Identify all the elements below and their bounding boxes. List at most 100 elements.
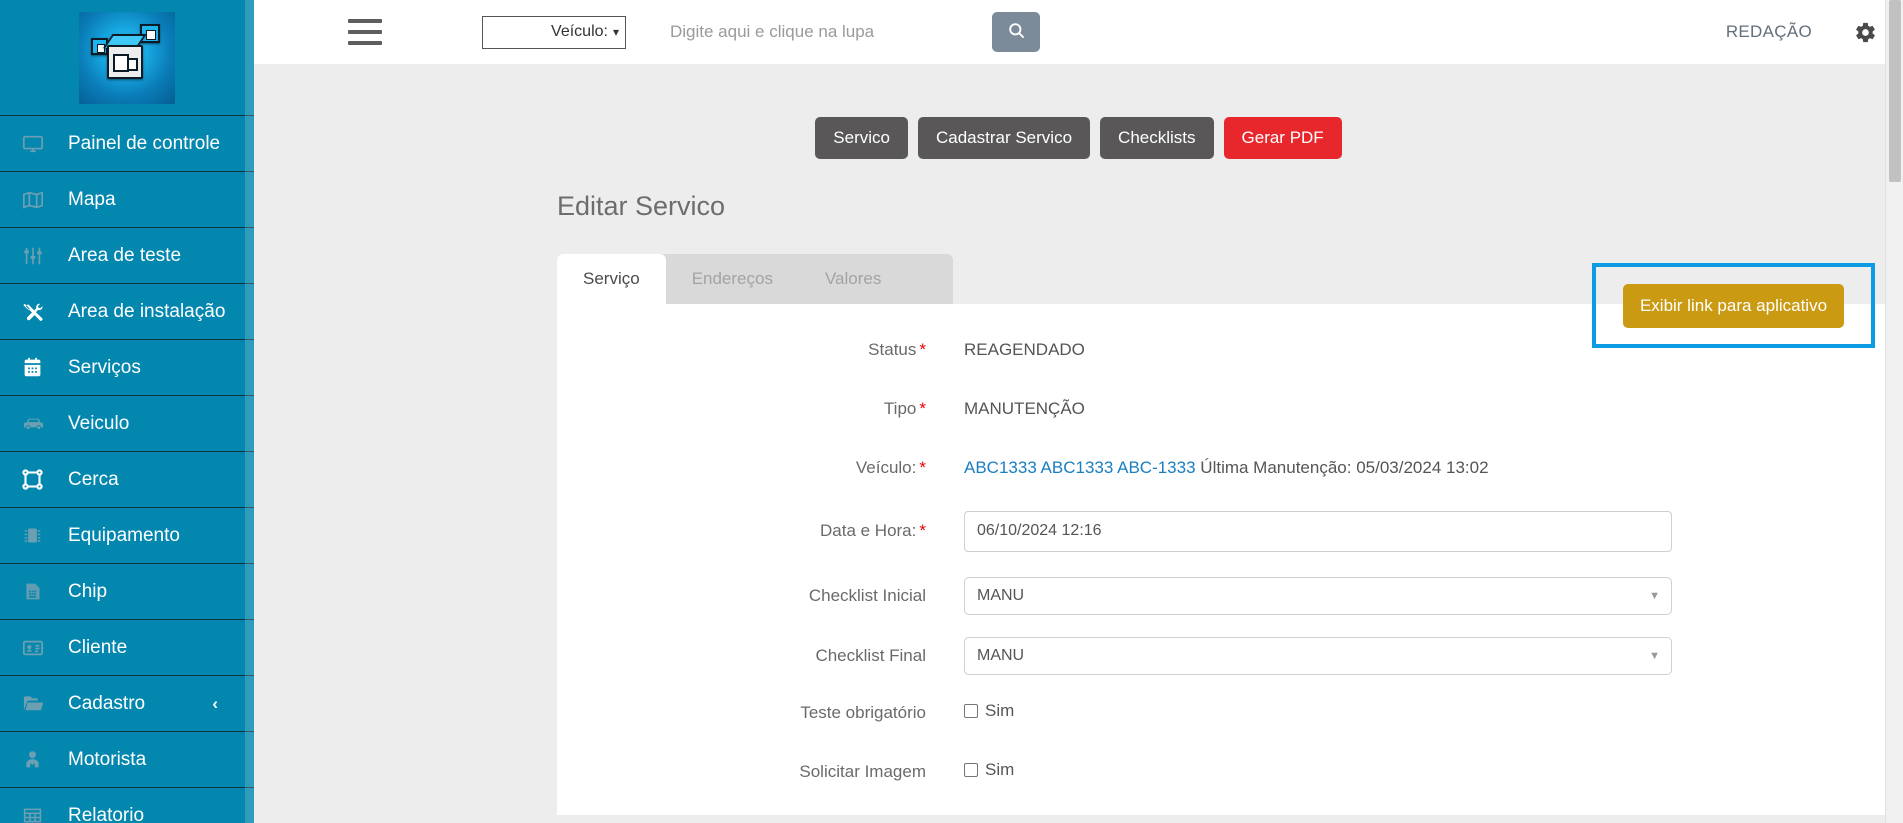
exibir-link-aplicativo-button[interactable]: Exibir link para aplicativo (1622, 283, 1845, 328)
geofence-icon (22, 469, 52, 490)
sidebar-item-label: Equipamento (68, 524, 180, 546)
chip-icon (22, 525, 52, 546)
data-hora-input[interactable] (964, 510, 1672, 552)
page-scrollbar-thumb[interactable] (1889, 0, 1901, 182)
form-row-veiculo: Veículo: * ABC1333 ABC1333 ABC-1333 Últim… (557, 452, 1903, 511)
calendar-icon (22, 357, 52, 378)
tools-icon (22, 301, 52, 323)
sidebar-item-label: Chip (68, 580, 108, 602)
tipo-label: Tipo * (883, 398, 926, 418)
id-card-icon (22, 637, 52, 659)
sidebar-item-label: Area de instalação (68, 300, 226, 322)
tipo-value: MANUTENÇÃO (964, 398, 1085, 418)
required-asterisk: * (919, 398, 926, 418)
solicitar-imagem-checkbox[interactable] (964, 762, 978, 777)
main-area: Veículo: ▾ REDAÇÃO (254, 0, 1903, 823)
required-asterisk: * (919, 457, 926, 477)
sim-card-icon (22, 581, 52, 602)
chevron-down-icon: ▼ (1649, 649, 1660, 662)
veiculo-value: ABC1333 ABC1333 ABC-1333 Última Manutenç… (964, 452, 1489, 478)
sidebar-item-painel-de-controle[interactable]: Painel de controle (0, 115, 254, 171)
vehicle-filter-label: Veículo: (551, 23, 608, 40)
top-bar-right: REDAÇÃO (1726, 0, 1877, 64)
form-row-tipo: Tipo * MANUTENÇÃO (557, 393, 1903, 452)
teste-obrigatorio-checkbox[interactable] (964, 703, 978, 718)
sliders-icon (22, 245, 52, 267)
sidebar-item-mapa[interactable]: Mapa (0, 171, 254, 227)
sidebar-item-label: Cerca (68, 468, 119, 490)
sidebar-scrollbar[interactable] (245, 0, 254, 823)
teste-obrigatorio-checkbox-group: Sim (964, 697, 1014, 721)
car-icon (22, 412, 52, 435)
status-label: Status * (868, 339, 926, 359)
sidebar-item-motorista[interactable]: Motorista (0, 731, 254, 787)
tab-servico[interactable]: Serviço (557, 253, 666, 304)
sidebar-item-cerca[interactable]: Cerca (0, 451, 254, 507)
form-row-solicitar-imagem: Solicitar Imagem Sim (557, 756, 1903, 815)
page-scrollbar[interactable] (1885, 0, 1903, 823)
driver-icon (22, 749, 52, 770)
status-value: REAGENDADO (964, 339, 1085, 359)
chevron-down-icon: ▼ (1649, 589, 1660, 602)
sidebar-item-area-de-instalacao[interactable]: Area de instalação (0, 283, 254, 339)
service-form-card: Status * REAGENDADO Tipo * MANUTENÇÃO Veíc… (557, 303, 1903, 815)
chevron-down-icon: ▾ (612, 25, 619, 39)
sidebar-item-area-de-teste[interactable]: Area de teste (0, 227, 254, 283)
tab-valores[interactable]: Valores (799, 254, 907, 304)
sidebar-item-relatorio[interactable]: Relatorio (0, 787, 254, 823)
checklist-final-value: MANU (977, 646, 1025, 664)
vehicle-filter-select[interactable]: Veículo: ▾ (482, 15, 626, 49)
sidebar-item-label: Painel de controle (68, 132, 221, 154)
folder-open-icon (22, 692, 52, 715)
checklist-final-label: Checklist Final (815, 645, 926, 665)
checklist-inicial-select[interactable]: MANU ▼ (964, 576, 1672, 615)
sidebar-item-chip[interactable]: Chip (0, 563, 254, 619)
sidebar-item-label: Area de teste (68, 244, 182, 266)
form-row-checklist-inicial: Checklist Inicial MANU ▼ (557, 576, 1903, 637)
tab-bar: Serviço Endereços Valores (557, 253, 953, 304)
sidebar-item-cadastro[interactable]: Cadastro ‹ (0, 675, 254, 731)
application-root: Painel de controle Mapa Area de teste Ar… (0, 0, 1903, 823)
solicitar-imagem-checkbox-label: Sim (985, 759, 1015, 779)
sidebar-item-label: Cliente (68, 636, 128, 658)
sidebar-item-equipamento[interactable]: Equipamento (0, 507, 254, 563)
teste-obrigatorio-label: Teste obrigatório (800, 702, 926, 722)
page-title: Editar Servico (557, 190, 726, 221)
search-input[interactable] (670, 22, 950, 42)
checklist-inicial-label: Checklist Inicial (808, 585, 926, 605)
veiculo-label: Veículo: * (855, 457, 926, 477)
sidebar-item-label: Serviços (68, 356, 141, 378)
search-button[interactable] (992, 12, 1040, 52)
hamburger-icon[interactable] (348, 19, 382, 45)
chevron-left-icon: ‹ (212, 693, 218, 713)
servico-button[interactable]: Servico (815, 117, 908, 159)
gear-icon[interactable] (1854, 21, 1877, 44)
table-icon (22, 805, 52, 823)
solicitar-imagem-label: Solicitar Imagem (799, 761, 926, 781)
sidebar-item-label: Motorista (68, 748, 147, 770)
user-name-label[interactable]: REDAÇÃO (1726, 22, 1812, 42)
sidebar-logo[interactable] (0, 0, 254, 115)
gerar-pdf-button[interactable]: Gerar PDF (1223, 117, 1342, 159)
form-row-teste-obrigatorio: Teste obrigatório Sim (557, 697, 1903, 756)
required-asterisk: * (919, 339, 926, 359)
app-link-highlight-box: Exibir link para aplicativo (1592, 263, 1875, 348)
required-asterisk: * (919, 520, 926, 540)
sidebar-item-label: Mapa (68, 188, 116, 210)
search-icon (1007, 21, 1026, 43)
sidebar-item-cliente[interactable]: Cliente (0, 619, 254, 675)
veiculo-link[interactable]: ABC1333 ABC1333 ABC-1333 (964, 458, 1196, 477)
cube-logo-icon (79, 11, 175, 104)
sidebar-item-label: Relatorio (68, 804, 145, 823)
form-row-data-hora: Data e Hora: * (557, 510, 1903, 577)
checklists-button[interactable]: Checklists (1100, 117, 1214, 159)
checklist-final-select[interactable]: MANU ▼ (964, 636, 1672, 675)
sidebar: Painel de controle Mapa Area de teste Ar… (0, 0, 254, 823)
cadastrar-servico-button[interactable]: Cadastrar Servico (917, 117, 1091, 159)
form-row-checklist-final: Checklist Final MANU ▼ (557, 636, 1903, 697)
sidebar-item-servicos[interactable]: Serviços (0, 339, 254, 395)
sidebar-item-veiculo[interactable]: Veiculo (0, 395, 254, 451)
tab-enderecos[interactable]: Endereços (666, 254, 799, 304)
sidebar-item-label: Cadastro (68, 692, 146, 714)
monitor-icon (22, 133, 52, 155)
